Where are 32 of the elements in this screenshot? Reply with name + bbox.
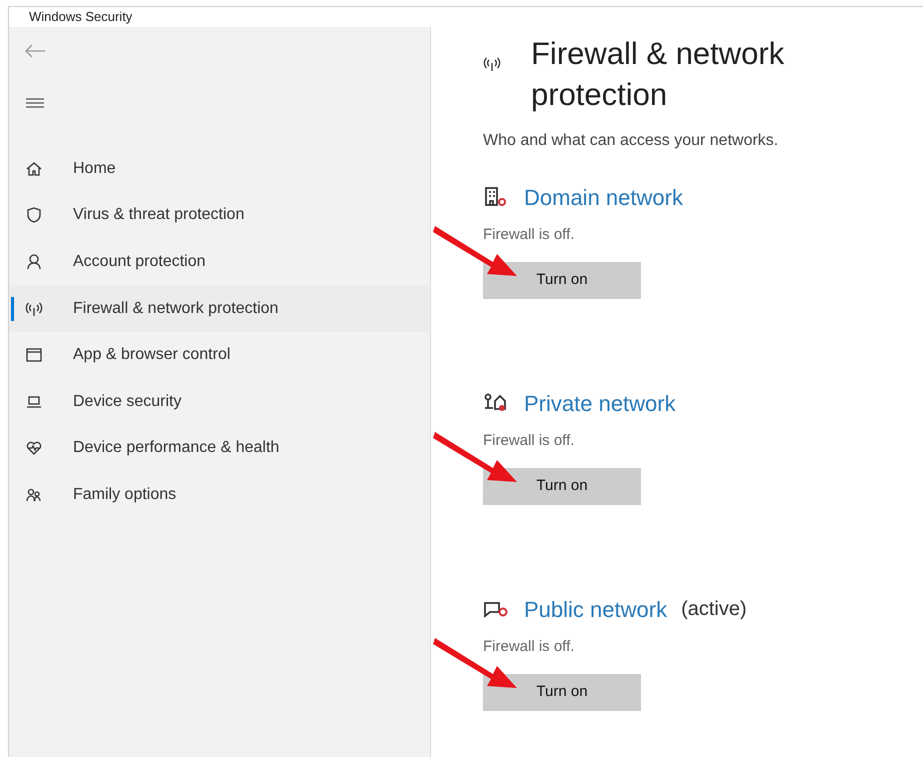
nav-item[interactable]: Device performance & health <box>9 425 430 472</box>
shield-icon <box>25 206 43 224</box>
network-link[interactable]: Domain network <box>524 180 683 214</box>
home-icon <box>25 160 43 178</box>
firewall-status: Firewall is off. <box>483 224 576 244</box>
page-title: Firewall & network protection <box>531 34 786 114</box>
nav-item[interactable]: Home <box>9 146 430 192</box>
network-link[interactable]: Private network <box>524 386 676 420</box>
network-link[interactable]: Public network <box>524 592 668 626</box>
active-label: (active) <box>681 597 747 622</box>
nav-item[interactable]: Account protection <box>9 238 430 286</box>
firewall-status: Firewall is off. <box>483 430 576 450</box>
menu-icon <box>26 96 44 108</box>
nav-item[interactable]: Firewall & network protection <box>9 285 430 332</box>
nav-item[interactable]: App & browser control <box>9 332 430 378</box>
page-subtitle: Who and what can access your networks. <box>483 130 780 150</box>
antenna-icon <box>25 300 43 318</box>
window-title: Windows Security <box>29 8 132 26</box>
turn-on-button[interactable]: Turn on <box>483 262 641 299</box>
nav-item[interactable]: Virus & threat protection <box>9 192 430 239</box>
building-icon <box>483 186 509 208</box>
browser-window-icon <box>25 346 43 364</box>
antenna-icon <box>483 54 501 72</box>
turn-on-button[interactable]: Turn on <box>483 674 641 711</box>
nav-item[interactable]: Family options <box>9 472 430 518</box>
back-arrow-icon <box>24 44 46 58</box>
turn-on-button[interactable]: Turn on <box>483 468 641 505</box>
home-network-icon <box>483 392 509 414</box>
heart-icon <box>25 439 43 458</box>
nav-item[interactable]: Device security <box>9 378 430 426</box>
firewall-status: Firewall is off. <box>483 636 576 656</box>
person-icon <box>25 252 43 271</box>
